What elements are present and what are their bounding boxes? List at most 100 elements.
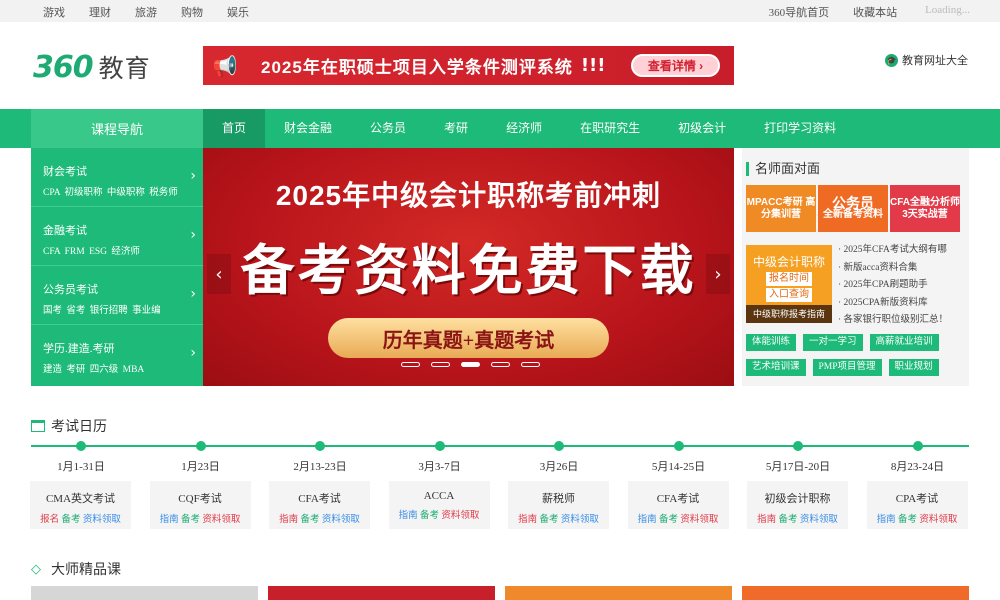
top-link-finance[interactable]: 理财 bbox=[89, 4, 111, 20]
event-date: 2月13-23日 bbox=[293, 461, 347, 473]
course-card[interactable] bbox=[505, 586, 732, 600]
tag-career-planning[interactable]: 职业规划 bbox=[888, 359, 939, 376]
carousel-dot[interactable] bbox=[521, 362, 540, 367]
exam-card[interactable]: CMA英文考试 报名 备考 资料领取 bbox=[30, 481, 131, 529]
exam-link[interactable]: 资料领取 bbox=[561, 515, 599, 525]
carousel-prev-icon[interactable]: ‹ bbox=[207, 254, 231, 294]
graduation-cap-icon: 🎓 bbox=[885, 53, 898, 67]
list-item[interactable]: · 2025CPA新版资料库 bbox=[838, 295, 948, 313]
list-item[interactable]: · 新版acca资料合集 bbox=[838, 260, 948, 278]
carousel-dot-active[interactable] bbox=[461, 362, 480, 367]
nav-item-postgrad[interactable]: 考研 bbox=[425, 109, 487, 148]
loading-text: Loading... bbox=[925, 4, 970, 16]
exam-link[interactable]: 指南 bbox=[757, 515, 776, 525]
exam-link[interactable]: 资料领取 bbox=[800, 515, 838, 525]
exam-link[interactable]: 备考 bbox=[659, 515, 678, 525]
top-link-entertainment[interactable]: 娱乐 bbox=[227, 4, 249, 20]
nav-item-part-time-grad[interactable]: 在职研究生 bbox=[561, 109, 659, 148]
exam-card[interactable]: 薪税师 指南 备考 资料领取 bbox=[508, 481, 609, 529]
exam-link[interactable]: 指南 bbox=[638, 515, 657, 525]
tag-one-on-one[interactable]: 一对一学习 bbox=[803, 334, 863, 351]
list-item[interactable]: · 各家银行职位级别汇总！ bbox=[838, 312, 948, 330]
exam-card[interactable]: ACCA 指南 备考 资料领取 bbox=[388, 481, 490, 529]
hero-cta[interactable]: 历年真题+真题考试 bbox=[328, 318, 609, 358]
site-logo[interactable]: 360 教育 bbox=[33, 50, 151, 85]
top-banner-ad[interactable]: 📢 2025年在职硕士项目入学条件测评系统 !!! 查看详情 › bbox=[203, 46, 734, 85]
course-card[interactable] bbox=[268, 586, 495, 600]
timeline-node bbox=[554, 441, 564, 451]
list-item[interactable]: · 2025年CPA刷题助手 bbox=[838, 277, 948, 295]
sidebar-item-degree[interactable]: 学历.建造.考研 建造 考研 四六级 MBA › bbox=[31, 325, 203, 384]
exam-link[interactable]: 备考 bbox=[539, 515, 558, 525]
chevron-right-icon: › bbox=[190, 227, 196, 243]
nav-item-print-materials[interactable]: 打印学习资料 bbox=[745, 109, 855, 148]
tag-art[interactable]: 艺术培训课 bbox=[746, 359, 806, 376]
exam-link[interactable]: 资料领取 bbox=[441, 511, 479, 521]
nav-item-junior-accounting[interactable]: 初级会计 bbox=[659, 109, 745, 148]
timeline-node bbox=[673, 441, 684, 451]
tag-fitness[interactable]: 体能训练 bbox=[746, 334, 797, 351]
course-nav-title[interactable]: 课程导航 bbox=[31, 109, 203, 148]
exam-link[interactable]: 资料领取 bbox=[322, 515, 360, 525]
ad-civil-servant[interactable]: 公务员 全新备考资料 bbox=[818, 185, 888, 232]
sidebar-item-finance[interactable]: 金融考试 CFA FRM ESG 经济师 › bbox=[31, 207, 203, 266]
tag-pmp[interactable]: PMP项目管理 bbox=[812, 359, 882, 376]
sidebar-item-civil-servant[interactable]: 公务员考试 国考 省考 银行招聘 事业编 › bbox=[31, 266, 203, 325]
list-item[interactable]: · 2025年CFA考试大纲有哪 bbox=[838, 242, 948, 260]
megaphone-icon: 📢 bbox=[212, 53, 238, 78]
exam-card[interactable]: CFA考试 指南 备考 资料领取 bbox=[627, 481, 729, 529]
top-link-shopping[interactable]: 购物 bbox=[181, 4, 203, 20]
exam-link[interactable]: 备考 bbox=[61, 515, 80, 525]
exam-link[interactable]: 备考 bbox=[898, 515, 917, 525]
exam-link[interactable]: 资料领取 bbox=[83, 515, 121, 525]
exam-card[interactable]: CFA考试 指南 备考 资料领取 bbox=[269, 481, 370, 529]
top-link-bookmark[interactable]: 收藏本站 bbox=[853, 4, 897, 20]
sidebar-item-title: 金融考试 bbox=[43, 225, 87, 237]
exam-links: 指南 备考 资料领取 bbox=[747, 511, 848, 525]
exam-link[interactable]: 指南 bbox=[399, 511, 418, 521]
exam-link[interactable]: 备考 bbox=[181, 515, 200, 525]
exam-card[interactable]: CQF考试 指南 备考 资料领取 bbox=[149, 481, 251, 529]
exam-card[interactable]: 初级会计职称 指南 备考 资料领取 bbox=[747, 481, 848, 529]
ad-cfa[interactable]: CFA全融分析师 3天实战营 bbox=[890, 185, 960, 232]
ad-mpacc[interactable]: MPACC考研 高分集训营 bbox=[746, 185, 816, 232]
timeline-node bbox=[434, 441, 445, 451]
exam-link[interactable]: 指南 bbox=[518, 515, 537, 525]
carousel-dot[interactable] bbox=[431, 362, 450, 367]
exam-link[interactable]: 资料领取 bbox=[202, 515, 240, 525]
nav-item-civil-servant[interactable]: 公务员 bbox=[351, 109, 425, 148]
teacher-ads: MPACC考研 高分集训营 公务员 全新备考资料 CFA全融分析师 3天实战营 bbox=[746, 185, 960, 232]
exam-link[interactable]: 指南 bbox=[877, 515, 896, 525]
exam-link[interactable]: 报名 bbox=[40, 515, 59, 525]
view-details-button[interactable]: 查看详情 › bbox=[631, 54, 720, 77]
nav-item-home[interactable]: 首页 bbox=[203, 109, 266, 148]
carousel-next-icon[interactable]: › bbox=[706, 254, 730, 294]
exam-link[interactable]: 备考 bbox=[778, 515, 797, 525]
carousel-dot[interactable] bbox=[401, 362, 420, 367]
nav-items: 首页 财会金融 公务员 考研 经济师 在职研究生 初级会计 打印学习资料 bbox=[203, 109, 855, 148]
teacher-news-list: · 2025年CFA考试大纲有哪 · 新版acca资料合集 · 2025年CPA… bbox=[838, 242, 948, 330]
exam-link[interactable]: 指南 bbox=[279, 515, 298, 525]
hero-carousel[interactable]: 2025年中级会计职称考前冲刺 备考资料免费下载 历年真题+真题考试 ‹ › bbox=[203, 148, 734, 386]
tag-career-training[interactable]: 高薪就业培训 bbox=[869, 334, 939, 351]
exam-link[interactable]: 备考 bbox=[420, 511, 439, 521]
top-link-360-home[interactable]: 360导航首页 bbox=[769, 4, 830, 20]
carousel-dot[interactable] bbox=[491, 362, 510, 367]
nav-item-finance[interactable]: 财会金融 bbox=[265, 109, 351, 148]
edu-directory-link[interactable]: 🎓 教育网址大全 bbox=[885, 52, 968, 68]
exam-links: 指南 备考 资料领取 bbox=[628, 511, 729, 525]
exam-link[interactable]: 资料领取 bbox=[919, 515, 957, 525]
exam-link[interactable]: 备考 bbox=[300, 515, 319, 525]
exam-link[interactable]: 资料领取 bbox=[680, 515, 718, 525]
top-link-travel[interactable]: 旅游 bbox=[135, 4, 157, 20]
sidebar-item-accounting[interactable]: 财会考试 CPA 初级职称 中级职称 税务师 › bbox=[31, 148, 203, 207]
top-banner-text: 2025年在职硕士项目入学条件测评系统 bbox=[261, 58, 573, 77]
course-card[interactable] bbox=[31, 586, 258, 600]
exam-link[interactable]: 指南 bbox=[160, 515, 179, 525]
top-link-games[interactable]: 游戏 bbox=[43, 4, 65, 20]
intermediate-accounting-ad[interactable]: 中级会计职称 报名时间 入口查询 中级职称报考指南 bbox=[746, 245, 832, 323]
event-date: 3月26日 bbox=[539, 461, 579, 473]
exam-card[interactable]: CPA考试 指南 备考 资料领取 bbox=[866, 481, 968, 529]
course-card[interactable] bbox=[742, 586, 969, 600]
nav-item-economist[interactable]: 经济师 bbox=[487, 109, 561, 148]
